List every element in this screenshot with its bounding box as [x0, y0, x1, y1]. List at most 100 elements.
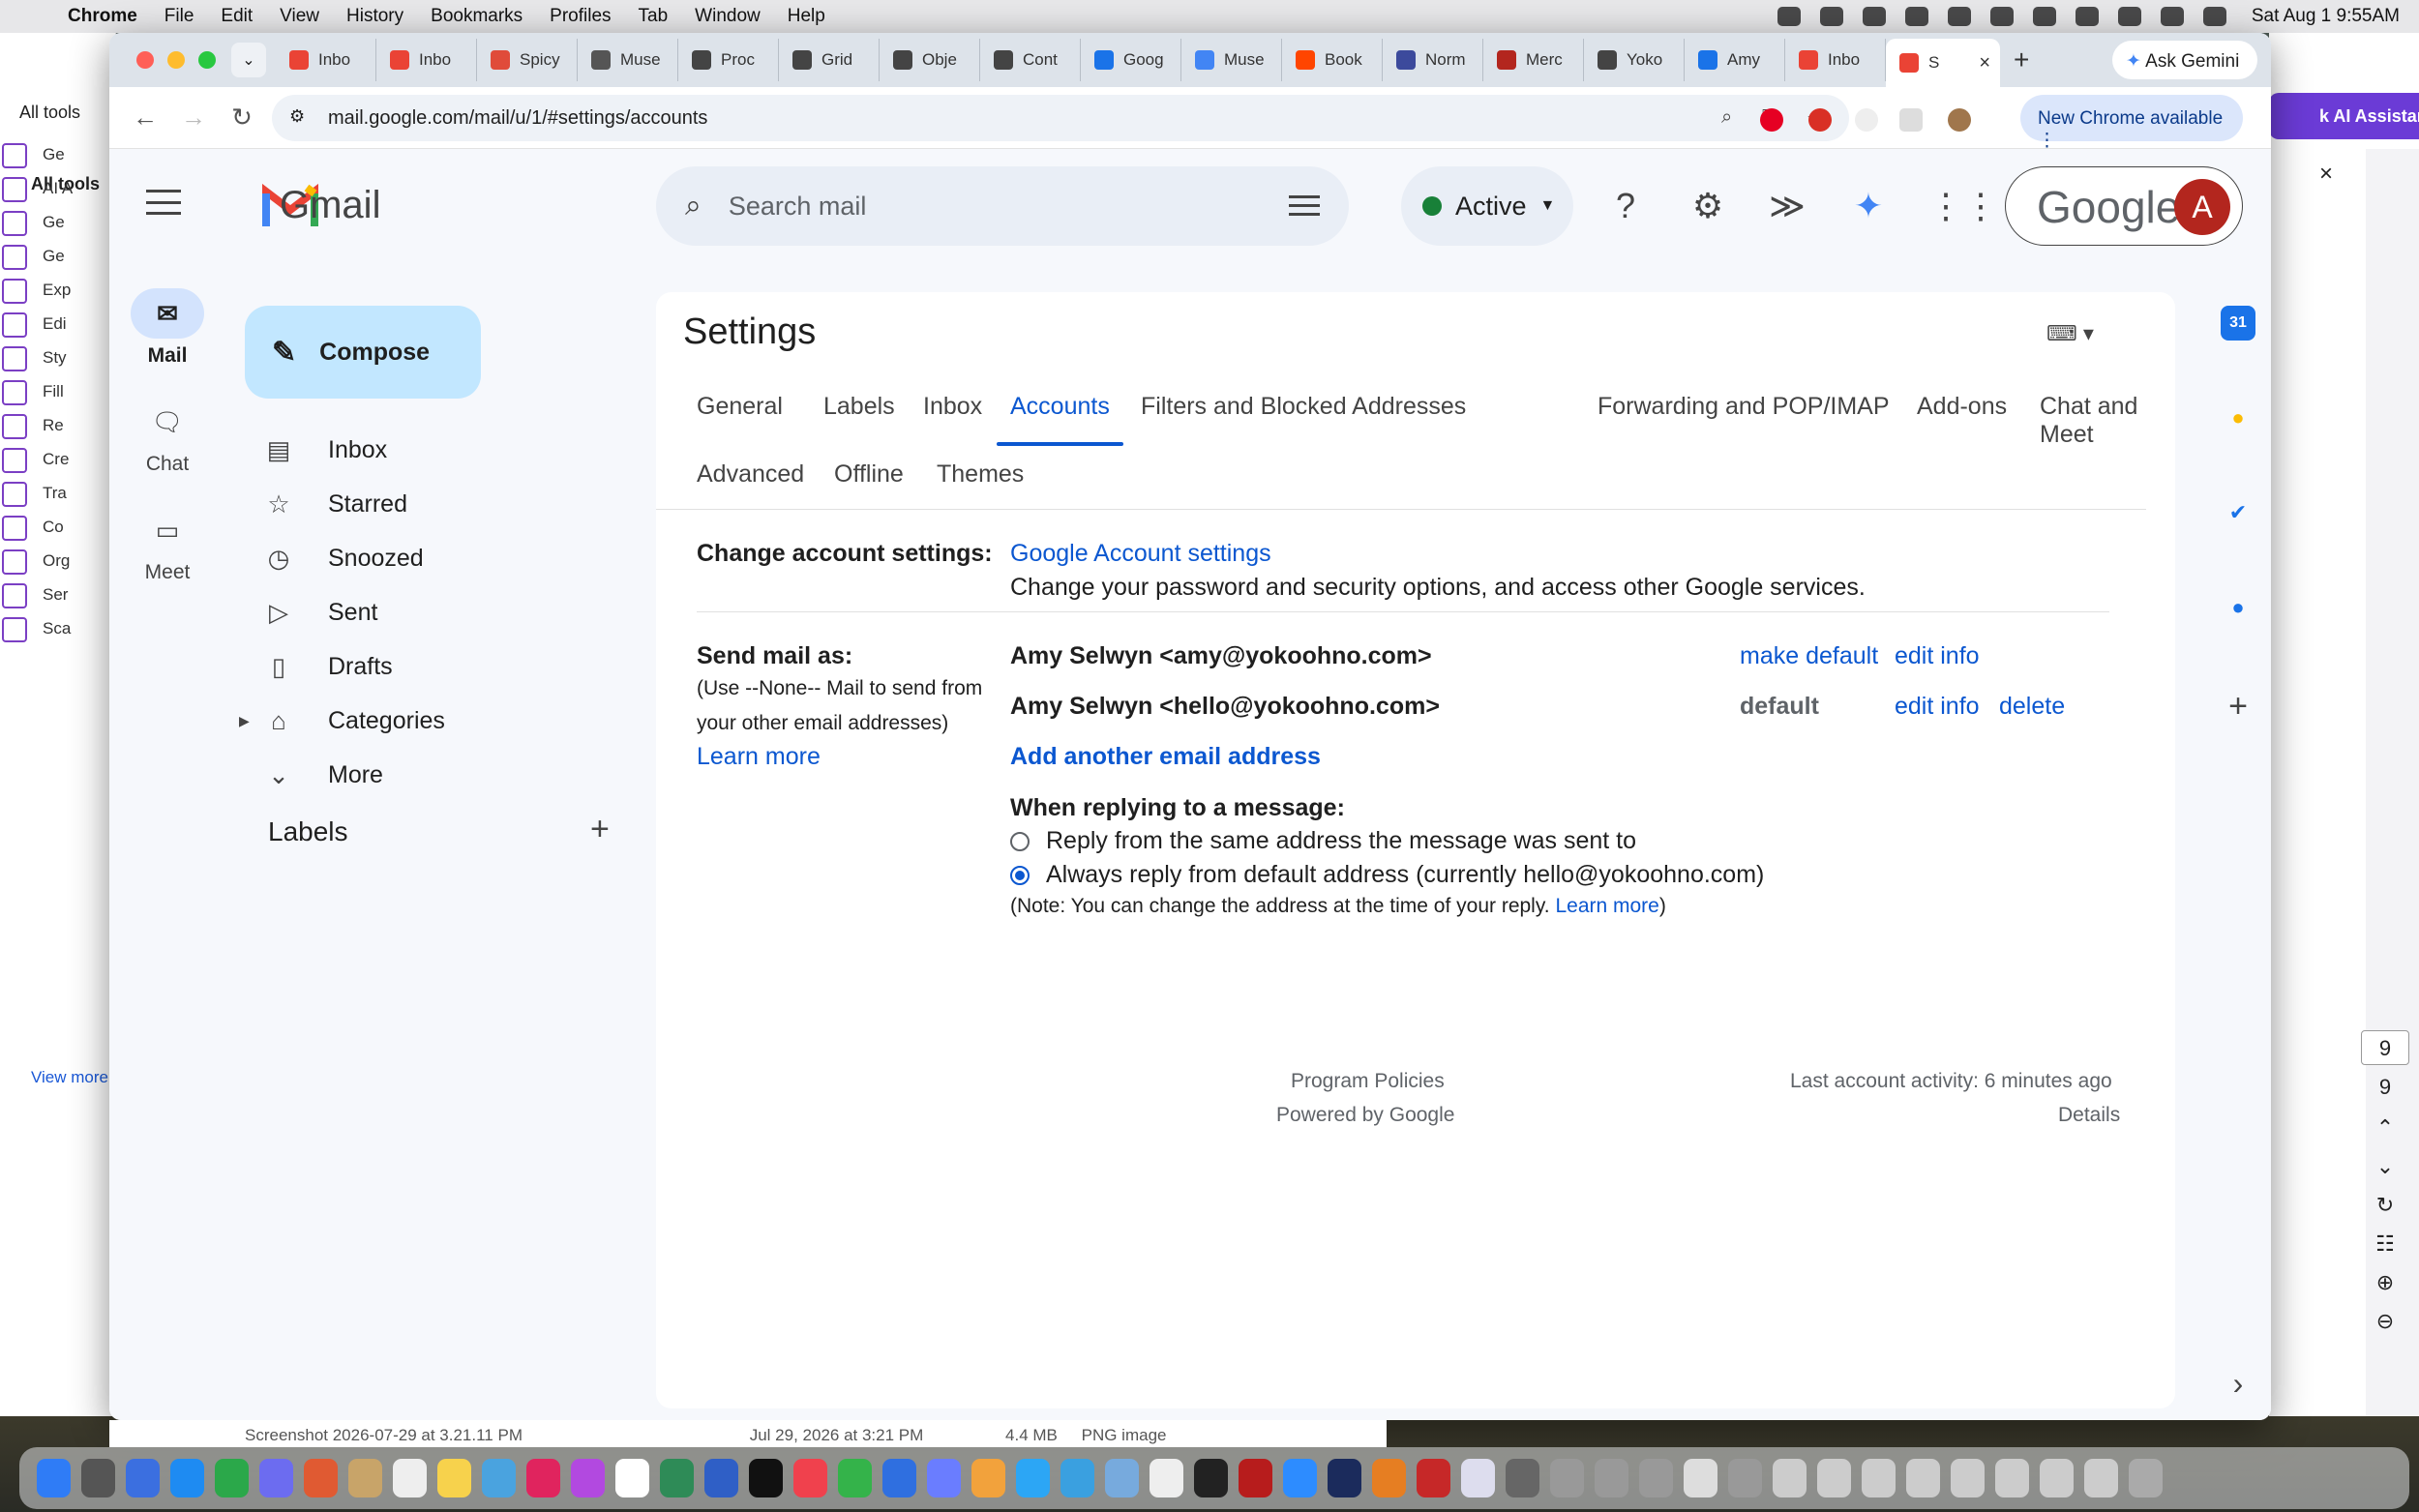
tool-item[interactable]: Org: [2, 549, 70, 575]
page-number-box[interactable]: 9: [2361, 1030, 2409, 1065]
tasks-icon[interactable]: ✔: [2221, 495, 2255, 530]
browser-tab[interactable]: Norm: [1383, 39, 1483, 81]
dock-app-icon[interactable]: [259, 1459, 293, 1497]
dock-app-icon[interactable]: [1595, 1459, 1628, 1497]
dock-app-icon[interactable]: [749, 1459, 783, 1497]
keep-icon[interactable]: ●: [2221, 400, 2255, 435]
compose-button[interactable]: ✎ Compose: [245, 306, 481, 399]
zoom-status-icon[interactable]: [1777, 7, 1801, 26]
dock-app-icon[interactable]: [393, 1459, 427, 1497]
wifi-icon[interactable]: [2075, 7, 2099, 26]
browser-tab[interactable]: Cont: [980, 39, 1081, 81]
menu-history[interactable]: History: [346, 6, 403, 27]
reply-same-address-label[interactable]: Reply from the same address the message …: [1046, 827, 1636, 855]
dock-app-icon[interactable]: [1951, 1459, 1985, 1497]
tool-item[interactable]: Sty: [2, 346, 67, 371]
reply-same-address-radio[interactable]: [1010, 832, 1030, 851]
site-info-icon[interactable]: ⚙: [289, 106, 313, 130]
zoom-icon[interactable]: ⌕: [1721, 106, 1732, 129]
dock-app-icon[interactable]: [660, 1459, 694, 1497]
close-icon[interactable]: ×: [2319, 161, 2333, 188]
tool-item[interactable]: AI A: [2, 177, 73, 202]
tool-item[interactable]: Co: [2, 516, 64, 541]
dock-app-icon[interactable]: [81, 1459, 115, 1497]
zoom-window-button[interactable]: [198, 51, 216, 69]
extension-badge-icon[interactable]: [1808, 108, 1832, 132]
tab-forwarding[interactable]: Forwarding and POP/IMAP: [1598, 393, 1890, 421]
tab-themes[interactable]: Themes: [937, 460, 1024, 489]
apps-grid-icon[interactable]: ⋮⋮: [1928, 186, 1998, 226]
finder-file-row[interactable]: Screenshot 2026-07-29 at 3.21.11 PM Jul …: [109, 1420, 1387, 1447]
nav-drafts[interactable]: ▯ Drafts: [245, 639, 651, 694]
gemini-sparkle-icon[interactable]: ✦: [1847, 186, 1890, 226]
dock-app-icon[interactable]: [1105, 1459, 1139, 1497]
dock-app-icon[interactable]: [482, 1459, 516, 1497]
tool-item[interactable]: Ge: [2, 143, 65, 168]
browser-tab[interactable]: Merc: [1483, 39, 1584, 81]
url-text[interactable]: mail.google.com/mail/u/1/#settings/accou…: [328, 107, 707, 130]
chevron-down-icon[interactable]: ⌄: [2361, 1154, 2409, 1179]
ai-assistant-button[interactable]: k AI Assistant: [2269, 93, 2419, 139]
moon-icon[interactable]: [1989, 7, 2014, 26]
battery-icon[interactable]: [2032, 7, 2056, 26]
back-icon[interactable]: ←: [133, 103, 158, 133]
reply-learn-more-link[interactable]: Learn more: [1555, 895, 1658, 917]
browser-tab[interactable]: Proc: [678, 39, 779, 81]
cloud-status-icon[interactable]: [1819, 7, 1843, 26]
dock-app-icon[interactable]: [304, 1459, 338, 1497]
nav-categories[interactable]: ▶ ⌂ Categories: [239, 694, 651, 748]
layout-icon[interactable]: ☷: [2361, 1231, 2409, 1257]
dock-app-icon[interactable]: [1417, 1459, 1450, 1497]
rail-chat[interactable]: 🗨 Chat: [109, 397, 225, 476]
tab-chat-meet[interactable]: Chat and Meet: [2040, 393, 2175, 449]
kebab-menu-icon[interactable]: ⋮: [2038, 131, 2056, 151]
display-status-icon[interactable]: [1947, 7, 1971, 26]
dock-app-icon[interactable]: [1016, 1459, 1050, 1497]
tool-item[interactable]: Ge: [2, 211, 65, 236]
tab-offline[interactable]: Offline: [834, 460, 904, 489]
rail-mail[interactable]: ✉ Mail: [109, 288, 225, 368]
tab-labels[interactable]: Labels: [823, 393, 895, 421]
dock-app-icon[interactable]: [971, 1459, 1005, 1497]
get-addons-plus-icon[interactable]: +: [2221, 688, 2255, 725]
dock-app-icon[interactable]: [1817, 1459, 1851, 1497]
browser-tab[interactable]: Inbo: [276, 39, 376, 81]
expand-caret-icon[interactable]: ▶: [239, 713, 250, 729]
dock-app-icon[interactable]: [1773, 1459, 1807, 1497]
browser-tab[interactable]: Amy: [1685, 39, 1785, 81]
dock-app-icon[interactable]: [1150, 1459, 1183, 1497]
delete-address-link[interactable]: delete: [1999, 693, 2065, 721]
siri-icon[interactable]: [2202, 7, 2226, 26]
view-more-link[interactable]: View more: [31, 1068, 108, 1087]
nav-snoozed[interactable]: ◷ Snoozed: [245, 531, 651, 585]
dock-app-icon[interactable]: [1194, 1459, 1228, 1497]
dock-app-icon[interactable]: [927, 1459, 961, 1497]
menu-bookmarks[interactable]: Bookmarks: [431, 6, 523, 27]
dock-app-icon[interactable]: [215, 1459, 249, 1497]
nav-starred[interactable]: ☆ Starred: [245, 477, 651, 531]
minimize-window-button[interactable]: [167, 51, 185, 69]
browser-tab[interactable]: Book: [1282, 39, 1383, 81]
dock-app-icon[interactable]: [437, 1459, 471, 1497]
search-options-icon[interactable]: [1289, 192, 1320, 221]
dock-app-icon[interactable]: [526, 1459, 560, 1497]
profile-avatar[interactable]: [1948, 108, 1971, 132]
nav-inbox[interactable]: ▤ Inbox: [245, 423, 651, 477]
search-input[interactable]: Search mail: [729, 192, 867, 222]
dock-app-icon[interactable]: [838, 1459, 872, 1497]
dock-app-icon[interactable]: [1906, 1459, 1940, 1497]
browser-tab[interactable]: Yoko: [1584, 39, 1685, 81]
dock-app-icon[interactable]: [1372, 1459, 1406, 1497]
reply-default-address-label[interactable]: Always reply from default address (curre…: [1046, 861, 1764, 889]
tool-item[interactable]: Sca: [2, 617, 71, 642]
dock-app-icon[interactable]: [793, 1459, 827, 1497]
keyboard-icon[interactable]: ⌨ ▾: [2046, 321, 2094, 346]
chevron-up-icon[interactable]: ⌃: [2361, 1115, 2409, 1141]
tool-item[interactable]: Ser: [2, 583, 68, 608]
dock-app-icon[interactable]: [1328, 1459, 1361, 1497]
browser-tab[interactable]: Inbo: [376, 39, 477, 81]
tool-item[interactable]: Edi: [2, 312, 67, 338]
tool-item[interactable]: Fill: [2, 380, 64, 405]
gear-icon[interactable]: ⚙: [1687, 186, 1729, 226]
search-icon[interactable]: ⌕: [685, 190, 702, 222]
